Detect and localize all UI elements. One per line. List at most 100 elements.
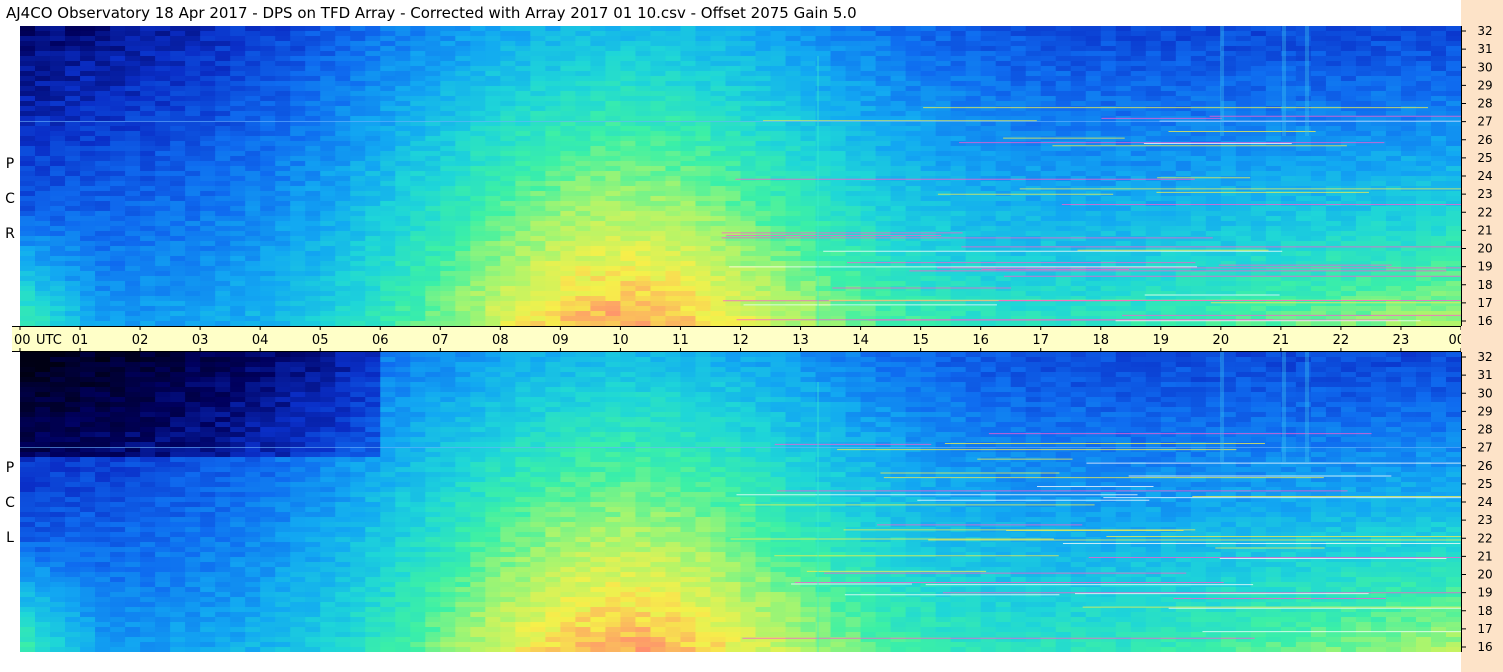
heatmap-cell [935, 211, 952, 217]
heatmap-cell [350, 31, 366, 37]
heatmap-cell [305, 236, 321, 242]
heatmap-cell [575, 236, 591, 242]
heatmap-cell [665, 76, 682, 82]
heatmap-cell [1085, 66, 1102, 72]
heatmap-cell [1370, 231, 1387, 237]
heatmap-cell [275, 171, 291, 177]
heatmap-cell [485, 256, 501, 262]
heatmap-cell [695, 91, 712, 97]
heatmap-cell [665, 161, 682, 167]
heatmap-cell [320, 166, 336, 172]
heatmap-cell [1370, 151, 1387, 157]
heatmap-cell [185, 26, 201, 32]
heatmap-cell [1265, 41, 1282, 47]
heatmap-cell [740, 86, 757, 92]
heatmap-cell [1160, 226, 1177, 232]
heatmap-cell [1100, 236, 1117, 242]
heatmap-cell [1415, 276, 1432, 282]
heatmap-cell [425, 66, 441, 72]
heatmap-cell [410, 46, 426, 52]
heatmap-cell [110, 131, 126, 137]
heatmap-cell [860, 256, 877, 262]
heatmap-cell [155, 181, 171, 187]
heatmap-cell [230, 91, 246, 97]
heatmap-cell [770, 281, 787, 287]
heatmap-cell [1265, 181, 1282, 187]
heatmap-cell [350, 191, 366, 197]
heatmap-cell [230, 141, 246, 147]
heatmap-cell [170, 206, 186, 212]
heatmap-cell [455, 186, 471, 192]
heatmap-cell [305, 276, 321, 282]
heatmap-cell [1010, 26, 1027, 32]
heatmap-cell [1085, 261, 1102, 267]
heatmap-cell [80, 206, 96, 212]
heatmap-cell [1355, 81, 1372, 87]
heatmap-cell [275, 206, 291, 212]
heatmap-cell [740, 281, 757, 287]
heatmap-cell [1355, 131, 1372, 137]
heatmap-cell [305, 171, 321, 177]
heatmap-cell [1415, 96, 1432, 102]
heatmap-cell [875, 241, 892, 247]
heatmap-cell [1205, 181, 1222, 187]
heatmap-cell [605, 51, 622, 57]
heatmap-cell [635, 96, 652, 102]
heatmap-cell [1385, 56, 1402, 62]
heatmap-cell [1400, 221, 1417, 227]
heatmap-cell [20, 36, 36, 42]
heatmap-cell [380, 86, 396, 92]
heatmap-cell [890, 161, 907, 167]
heatmap-cell [905, 171, 922, 177]
heatmap-cell [410, 76, 426, 82]
heatmap-cell [215, 46, 231, 52]
heatmap-cell [560, 156, 576, 162]
heatmap-cell [635, 251, 652, 257]
heatmap-cell [245, 31, 261, 37]
heatmap-cell [1430, 101, 1447, 107]
heatmap-cell [155, 46, 171, 52]
heatmap-cell [1025, 71, 1042, 77]
heatmap-cell [920, 76, 937, 82]
heatmap-cell [935, 76, 952, 82]
heatmap-cell [1205, 71, 1222, 77]
heatmap-cell [800, 191, 817, 197]
heatmap-cell [140, 141, 156, 147]
heatmap-cell [635, 41, 652, 47]
heatmap-cell [35, 241, 51, 247]
heatmap-cell [125, 71, 141, 77]
heatmap-cell [890, 56, 907, 62]
heatmap-cell [1400, 206, 1417, 212]
heatmap-cell [1025, 141, 1042, 147]
heatmap-cell [830, 251, 847, 257]
heatmap-cell [1355, 31, 1372, 37]
heatmap-cell [905, 206, 922, 212]
heatmap-cell [1115, 101, 1132, 107]
heatmap-cell [1100, 101, 1117, 107]
heatmap-cell [1025, 126, 1042, 132]
heatmap-cell [515, 226, 531, 232]
heatmap-cell [965, 251, 982, 257]
heatmap-cell [1010, 161, 1027, 167]
heatmap-cell [185, 96, 201, 102]
heatmap-cell [1325, 71, 1342, 77]
heatmap-cell [50, 91, 66, 97]
heatmap-cell [1025, 276, 1042, 282]
heatmap-cell [1445, 171, 1461, 177]
heatmap-cell [515, 276, 531, 282]
heatmap-cell [485, 246, 501, 252]
heatmap-cell [1370, 191, 1387, 197]
heatmap-cell [485, 156, 501, 162]
heatmap-cell [560, 46, 576, 52]
heatmap-cell [470, 56, 486, 62]
heatmap-cell [920, 36, 937, 42]
heatmap-cell [1115, 241, 1132, 247]
heatmap-cell [95, 56, 111, 62]
heatmap-cell [80, 196, 96, 202]
heatmap-cell [230, 261, 246, 267]
heatmap-cell [740, 151, 757, 157]
heatmap-cell [350, 216, 366, 222]
heatmap-cell [80, 171, 96, 177]
heatmap-cell [980, 71, 997, 77]
heatmap-cell [1325, 101, 1342, 107]
